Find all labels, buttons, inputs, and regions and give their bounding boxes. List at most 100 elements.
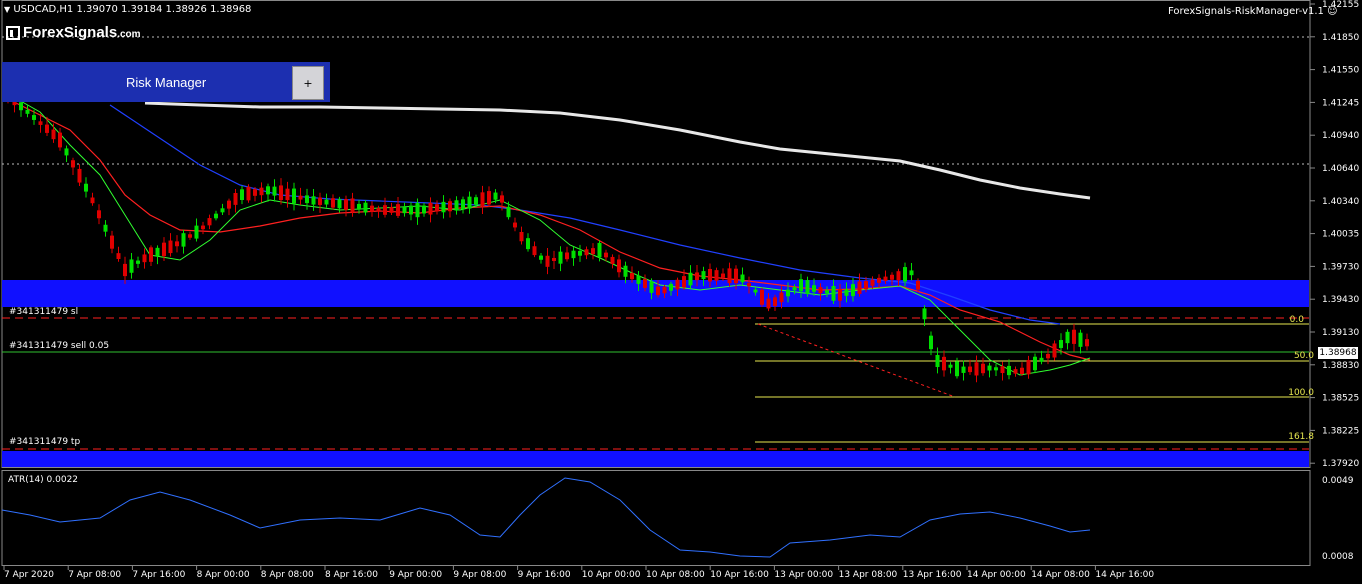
atr-label: ATR(14) 0.0022 [8,475,79,485]
candle-body [708,268,712,282]
time-tick-label: 13 Apr 00:00 [774,570,833,580]
candle-body [19,102,23,111]
fib-label-100: 100.0 [1288,388,1314,398]
candle-body [220,208,225,213]
demand-zone [2,451,1309,467]
candle-body [916,280,920,290]
smiley-icon: ☺ [1327,6,1338,17]
candle-body [305,195,309,204]
candle-body [727,268,732,284]
candle-body [545,255,550,267]
candle-body [721,273,725,278]
candlestick-series[interactable] [6,87,1089,383]
price-tick-label: 1.41850 [1322,33,1359,43]
candle-body [318,197,322,205]
candle-body [77,168,82,183]
candle-body [435,204,439,212]
price-tick-label: 1.40340 [1322,197,1359,207]
candle-body [597,242,602,258]
candle-body [123,263,127,277]
candle-body [201,225,205,230]
candle-body [493,192,498,200]
candle-body [194,225,199,239]
candle-body [64,148,69,156]
candle-body [467,196,472,209]
candle-body [45,124,49,133]
candle-body [324,199,329,205]
candle-body [909,270,914,276]
candle-body [760,289,764,305]
time-tick-label: 10 Apr 16:00 [710,570,769,580]
candle-body [766,298,771,309]
price-axis: 1.421551.418501.415501.412451.409401.406… [1310,0,1359,562]
price-tick-label: 1.40940 [1322,131,1359,141]
candle-body [1052,343,1057,358]
candle-body [779,292,784,303]
time-tick-label: 8 Apr 08:00 [261,570,314,580]
candle-body [955,361,959,377]
candle-body [831,285,836,301]
candle-body [864,281,868,290]
time-tick-label: 8 Apr 00:00 [197,570,250,580]
candle-body [214,213,218,219]
candle-body [1065,331,1070,344]
expand-button[interactable]: + [292,66,324,100]
candle-body [786,289,790,297]
candle-body [903,267,907,282]
candle-body [1007,365,1011,376]
candle-body [376,208,381,212]
candle-body [344,199,348,210]
tp-label: #341311479 tp [9,437,81,447]
candle-body [253,189,257,196]
time-tick-label: 14 Apr 00:00 [967,570,1026,580]
dropdown-triangle-icon[interactable]: ▼ [4,5,10,14]
candle-body [58,132,62,148]
time-tick-label: 9 Apr 08:00 [453,570,506,580]
candle-body [370,205,374,212]
candle-body [714,270,719,281]
candle-body [870,279,875,286]
candle-body [136,260,140,264]
time-tick-label: 10 Apr 00:00 [582,570,641,580]
candle-body [103,224,108,232]
time-axis: 7 Apr 2020 7 Apr 08:00 7 Apr 16:00 8 Apr 00… [3,566,1154,580]
candle-body [662,286,667,294]
candle-body [337,199,342,209]
candle-body [513,222,517,228]
candle-body [792,287,797,291]
candle-body [279,185,283,201]
risk-manager-title: Risk Manager [126,75,207,90]
candle-body [805,280,810,294]
candle-body [383,205,387,215]
candle-body [1026,360,1031,375]
candle-body [415,202,420,218]
time-tick-label: 8 Apr 16:00 [325,570,378,580]
candle-body [227,200,231,209]
candle-body [51,129,56,140]
candle-body [298,195,303,200]
candle-body [623,265,628,277]
candle-body [506,206,511,218]
candle-body [890,274,894,280]
candle-body [948,364,953,368]
candle-body [519,231,524,242]
candle-body [961,366,966,373]
candle-body [233,193,238,205]
candle-body [409,205,413,215]
candle-body [441,201,446,213]
candle-body [32,115,36,120]
candle-body [669,283,673,291]
ma-green [9,94,1091,376]
candle-body [552,257,556,261]
candle-body [935,354,940,368]
price-tick-label: 1.39130 [1322,328,1359,338]
candle-body [747,283,751,287]
candle-body [461,199,465,210]
candle-body [857,281,862,294]
logo-icon [6,26,20,40]
candle-body [84,183,88,192]
current-price-tag: 1.38968 [1318,347,1358,359]
symbol-header: ▼ USDCAD,H1 1.39070 1.39184 1.38926 1.38… [4,4,251,15]
candle-body [1059,340,1063,348]
candle-body [331,198,335,208]
